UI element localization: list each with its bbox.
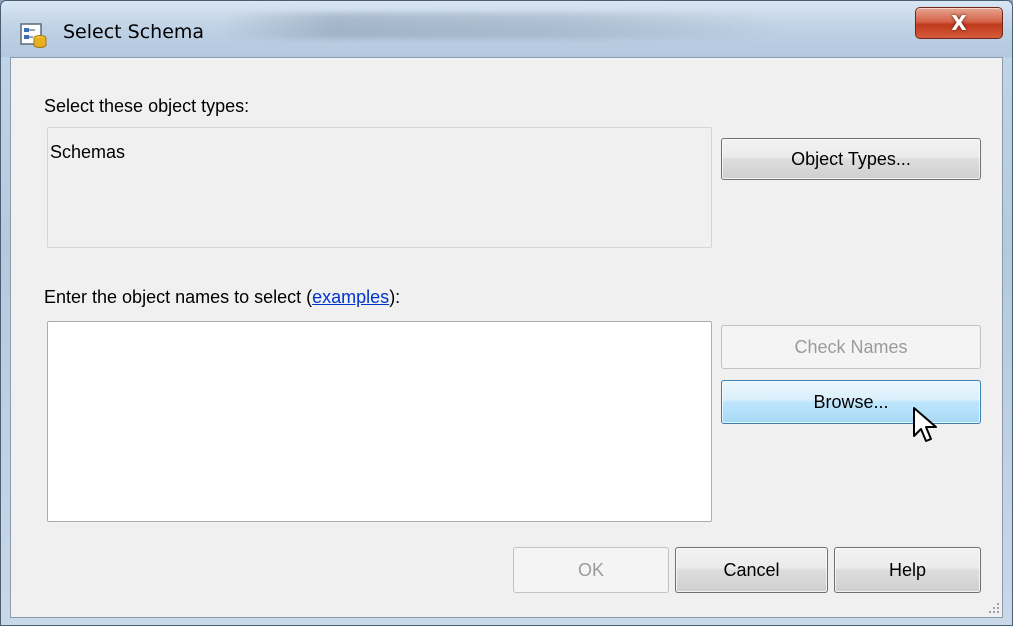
close-button[interactable]: X — [915, 7, 1003, 39]
object-types-value: Schemas — [50, 142, 126, 162]
title-bar-background — [221, 13, 781, 39]
size-grip-icon[interactable] — [985, 599, 1001, 615]
check-names-button[interactable]: Check Names — [721, 325, 981, 369]
close-icon: X — [951, 11, 967, 35]
window-title: Select Schema — [63, 21, 205, 43]
cancel-button[interactable]: Cancel — [675, 547, 828, 593]
mouse-pointer-icon — [913, 407, 937, 442]
title-bar[interactable]: Select Schema X — [1, 1, 1012, 57]
object-types-field: Schemas — [47, 127, 712, 248]
object-names-label-prefix: Enter the object names to select ( — [44, 287, 313, 307]
object-types-label: Select these object types: — [44, 96, 250, 116]
object-names-label-suffix: ): — [389, 287, 401, 307]
object-types-button[interactable]: Object Types... — [721, 138, 981, 180]
ok-button[interactable]: OK — [513, 547, 669, 593]
object-names-label: Enter the object names to select (exampl… — [44, 287, 400, 308]
object-names-input[interactable] — [47, 321, 712, 522]
help-button[interactable]: Help — [834, 547, 981, 593]
examples-link[interactable]: examples — [312, 287, 389, 307]
schema-app-icon — [20, 23, 47, 48]
dialog-window: Select Schema X Select these object type… — [0, 0, 1013, 626]
